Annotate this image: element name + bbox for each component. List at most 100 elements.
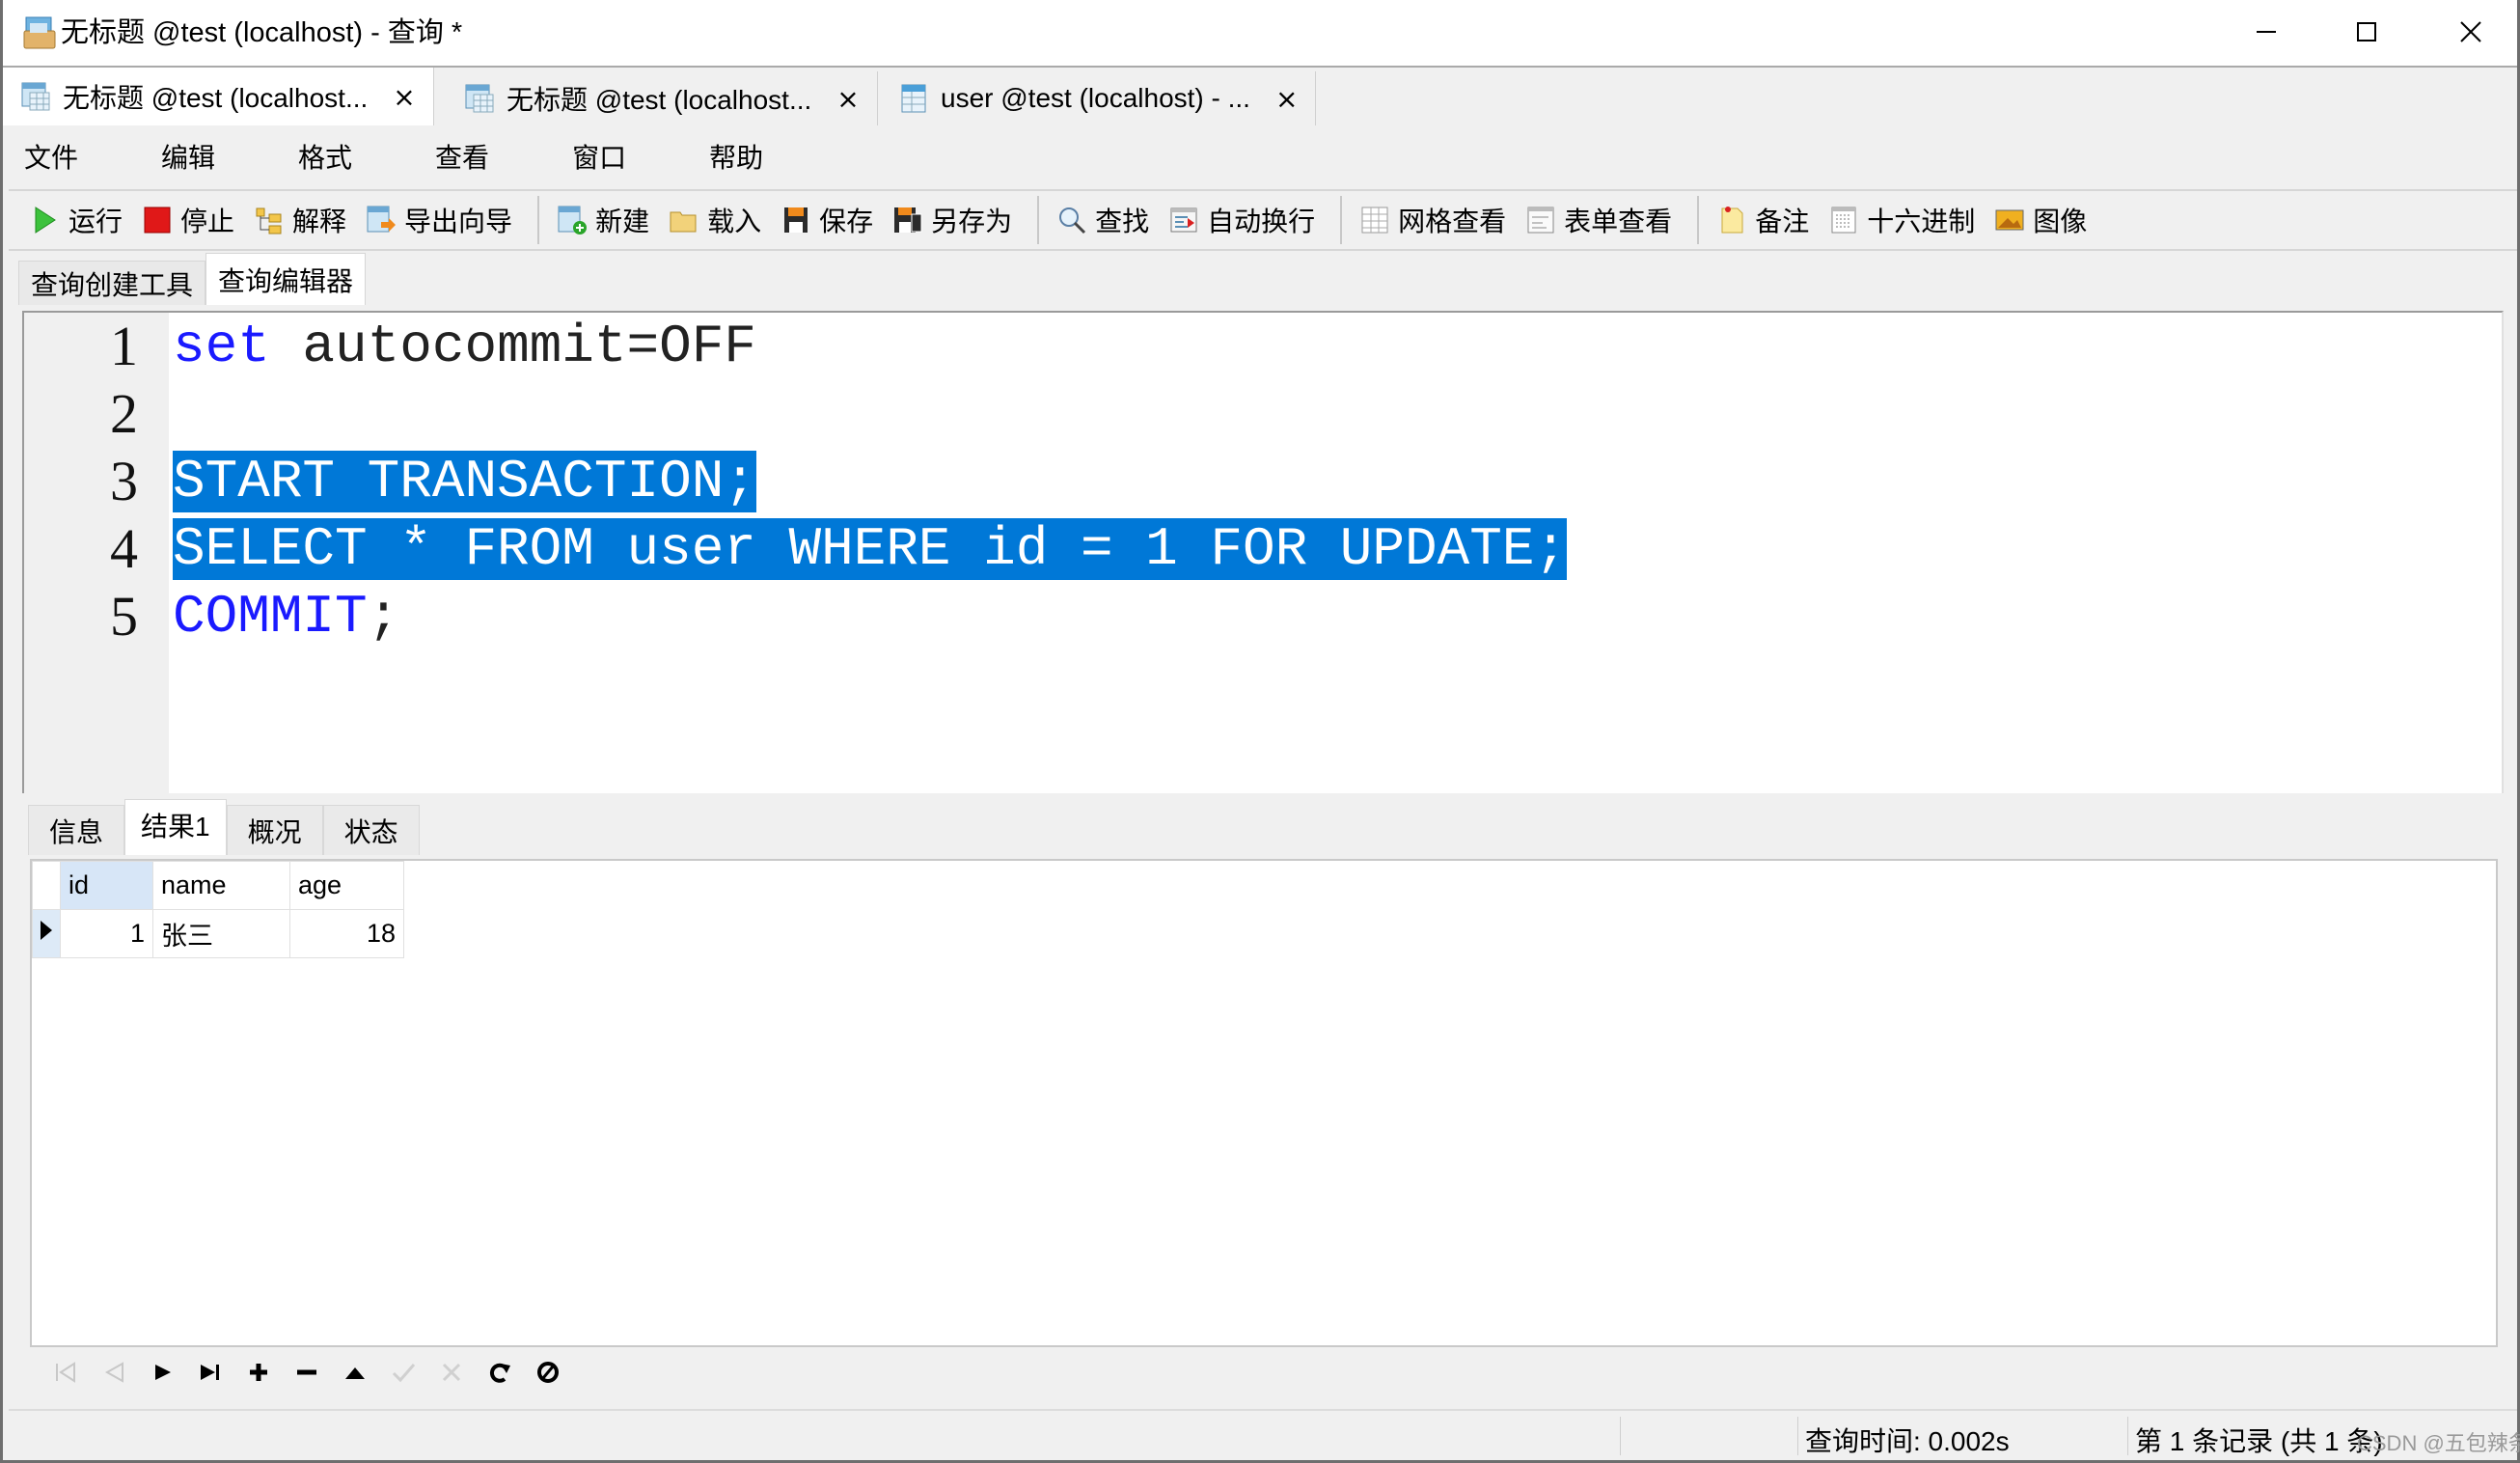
save-button[interactable]: 保存: [781, 201, 873, 239]
menu-file[interactable]: 文件: [9, 137, 105, 176]
memo-label: 备注: [1755, 207, 1810, 236]
code-line[interactable]: 2: [24, 380, 2502, 448]
first-record-icon: [56, 1362, 75, 1383]
image-button[interactable]: 图像: [1994, 201, 2087, 239]
export-wizard-label: 导出向导: [404, 207, 513, 236]
line-code: COMMIT;: [173, 583, 399, 650]
word-wrap-button[interactable]: 自动换行: [1168, 201, 1315, 239]
cell-id[interactable]: 1: [60, 909, 153, 958]
tab-status[interactable]: 状态: [322, 805, 420, 855]
tab-result-1[interactable]: 结果1: [124, 799, 227, 855]
next-record-button[interactable]: [138, 1351, 186, 1394]
app-window: 无标题 @test (localhost) - 查询 * 无标题 @test (…: [0, 0, 2520, 1463]
status-separator: [1797, 1417, 1798, 1455]
query-mode-tabs: 查询创建工具 查询编辑器: [18, 253, 367, 305]
cell-name[interactable]: 张三: [152, 909, 290, 958]
menu-format[interactable]: 格式: [279, 137, 379, 176]
minimize-button[interactable]: [2216, 0, 2316, 64]
tab-close-icon[interactable]: ×: [1275, 83, 1298, 115]
toolbar: 运行 停止 解释 导出向导 新建 载入 保存 另存为 查找 自动换行 网格查看 …: [9, 189, 2517, 251]
column-header-name[interactable]: name: [152, 861, 290, 910]
current-row-arrow-icon: [41, 921, 52, 940]
stop-button[interactable]: 停止: [142, 201, 234, 239]
memo-button[interactable]: 备注: [1716, 201, 1809, 239]
hex-icon: [1831, 207, 1856, 234]
tab-query-editor[interactable]: 查询编辑器: [205, 253, 367, 305]
menu-edit[interactable]: 编辑: [142, 137, 242, 176]
find-icon: [1059, 207, 1086, 235]
column-header-id[interactable]: id: [60, 861, 153, 910]
doc-tab-label: user @test (localhost) - ...: [941, 83, 1250, 113]
form-view-button[interactable]: 表单查看: [1525, 201, 1672, 239]
menu-help[interactable]: 帮助: [690, 137, 790, 176]
run-icon: [35, 207, 56, 234]
discard-changes-button[interactable]: [427, 1351, 476, 1394]
table-icon: [901, 84, 926, 113]
save-as-icon: [894, 207, 922, 233]
apply-changes-button[interactable]: [379, 1351, 427, 1394]
next-record-icon: [155, 1365, 171, 1380]
close-icon: [2460, 21, 2481, 42]
current-row-indicator[interactable]: [32, 909, 61, 958]
code-line[interactable]: 3 START TRANSACTION;: [24, 448, 2502, 515]
doc-tab-2[interactable]: 无标题 @test (localhost... ×: [447, 71, 878, 125]
delete-record-button[interactable]: [283, 1351, 331, 1394]
grid-view-button[interactable]: 网格查看: [1359, 201, 1506, 239]
find-button[interactable]: 查找: [1056, 201, 1149, 239]
line-number: 4: [110, 517, 138, 580]
add-record-button[interactable]: [234, 1351, 283, 1394]
code-line[interactable]: 5 COMMIT;: [24, 583, 2502, 650]
doc-tab-1[interactable]: 无标题 @test (localhost... ×: [3, 68, 434, 125]
toolbar-separator: [1340, 196, 1343, 244]
doc-tab-3[interactable]: user @test (localhost) - ... ×: [881, 71, 1317, 125]
prev-record-button[interactable]: [90, 1351, 138, 1394]
app-icon: [23, 16, 56, 49]
menu-window[interactable]: 窗口: [553, 137, 653, 176]
refresh-button[interactable]: [476, 1351, 524, 1394]
new-button[interactable]: 新建: [557, 201, 649, 239]
last-record-icon: [201, 1365, 219, 1380]
result-table: id name age 1 张三 18: [32, 861, 404, 958]
form-view-label: 表单查看: [1564, 207, 1673, 236]
save-as-button[interactable]: 另存为: [892, 201, 1012, 239]
table-row[interactable]: 1 张三 18: [32, 909, 404, 958]
check-icon: [392, 1364, 416, 1383]
column-header-age[interactable]: age: [289, 861, 404, 910]
last-record-button[interactable]: [186, 1351, 234, 1394]
close-button[interactable]: [2421, 0, 2520, 64]
tab-query-builder[interactable]: 查询创建工具: [18, 261, 206, 305]
menu-view[interactable]: 查看: [416, 137, 516, 176]
grid-view-label: 网格查看: [1398, 207, 1507, 236]
explain-button[interactable]: 解释: [254, 201, 346, 239]
memo-icon: [1721, 207, 1743, 234]
tab-close-icon[interactable]: ×: [393, 81, 415, 113]
query-time: 查询时间: 0.002s: [1805, 1426, 2010, 1456]
first-record-button[interactable]: [41, 1351, 90, 1394]
line-number: 1: [110, 315, 138, 377]
word-wrap-icon: [1170, 207, 1197, 233]
code-line[interactable]: 4 SELECT * FROM user WHERE id = 1 FOR UPD…: [24, 515, 2502, 583]
export-wizard-button[interactable]: 导出向导: [366, 201, 512, 239]
sql-keyword: COMMIT: [173, 586, 368, 648]
sql-editor[interactable]: 1 set autocommit=OFF 2 3 START TRANSACTION; 4…: [22, 311, 2504, 793]
toolbar-separator: [1697, 196, 1700, 244]
explain-icon: [256, 207, 282, 235]
status-separator: [1620, 1417, 1621, 1455]
document-tabs: 无标题 @test (localhost... × 无标题 @test (loc…: [3, 68, 2517, 125]
hex-button[interactable]: 十六进制: [1828, 201, 1975, 239]
new-icon: [558, 206, 588, 235]
run-button[interactable]: 运行: [30, 201, 123, 239]
tab-close-icon[interactable]: ×: [836, 83, 859, 115]
code-line[interactable]: 1 set autocommit=OFF: [24, 313, 2502, 380]
new-label: 新建: [595, 207, 650, 236]
tab-profile[interactable]: 概况: [226, 805, 323, 855]
watermark: CSDN @五包辣条！: [2357, 1431, 2520, 1455]
sql-keyword: set: [173, 316, 270, 377]
maximize-button[interactable]: [2316, 0, 2417, 64]
cell-age[interactable]: 18: [289, 909, 404, 958]
save-as-label: 另存为: [931, 207, 1013, 236]
tab-info[interactable]: 信息: [28, 805, 124, 855]
load-button[interactable]: 载入: [669, 201, 761, 239]
edit-record-button[interactable]: [331, 1351, 379, 1394]
stop-query-button[interactable]: [524, 1351, 572, 1394]
